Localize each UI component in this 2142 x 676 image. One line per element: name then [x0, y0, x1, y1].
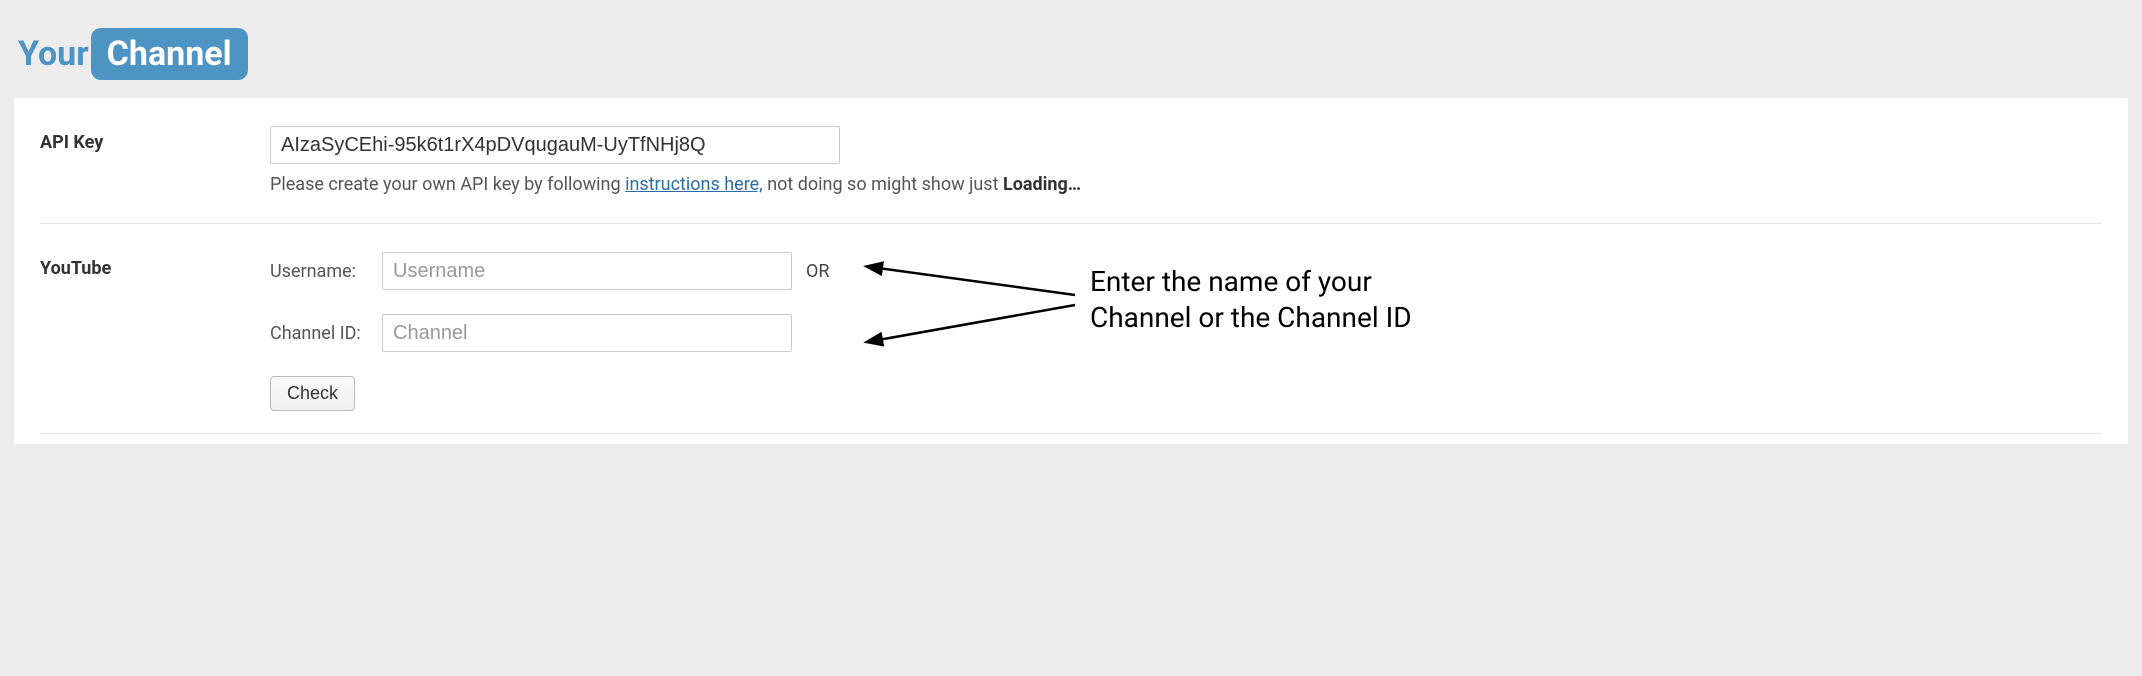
logo-part-your: Your: [18, 34, 91, 74]
youtube-section: YouTube Username: OR Channel ID: Check: [40, 252, 2102, 434]
username-row: Username: OR: [270, 252, 2102, 290]
instructions-link[interactable]: instructions here,: [625, 174, 763, 195]
api-key-input[interactable]: [270, 126, 840, 164]
api-key-section: API Key Please create your own API key b…: [40, 126, 2102, 224]
channel-id-row: Channel ID:: [270, 314, 2102, 352]
or-label: OR: [806, 261, 829, 282]
check-button[interactable]: Check: [270, 376, 355, 411]
api-key-help: Please create your own API key by follow…: [270, 174, 2102, 195]
channel-id-input[interactable]: [382, 314, 792, 352]
username-label: Username:: [270, 261, 382, 282]
settings-panel: API Key Please create your own API key b…: [14, 98, 2128, 444]
channel-id-label: Channel ID:: [270, 323, 382, 344]
api-key-label: API Key: [40, 126, 270, 153]
api-help-loading: Loading…: [1003, 174, 1081, 195]
username-input[interactable]: [382, 252, 792, 290]
api-help-post: not doing so might show just: [767, 174, 1003, 195]
logo-part-channel: Channel: [91, 28, 248, 80]
app-logo: Your Channel: [18, 28, 248, 80]
api-help-pre: Please create your own API key by follow…: [270, 174, 625, 195]
youtube-label: YouTube: [40, 252, 270, 279]
